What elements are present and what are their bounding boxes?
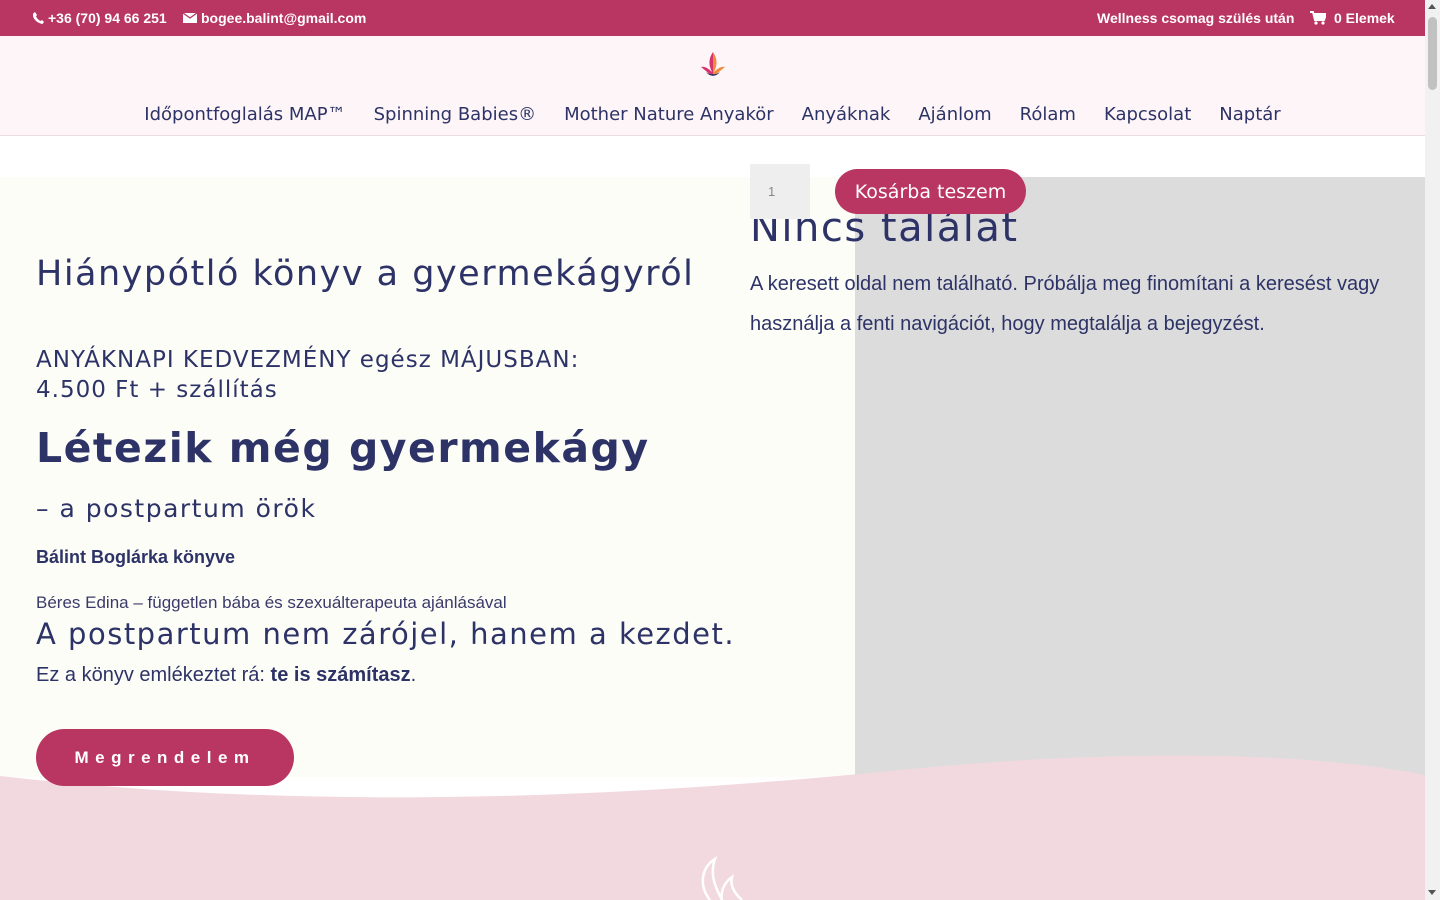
scroll-up-icon[interactable] [1428,4,1436,9]
add-to-cart-button[interactable]: Kosárba teszem [835,169,1026,214]
envelope-icon [183,13,197,23]
book-subtitle: – a postpartum örök [36,494,317,523]
reminder-prefix: Ez a könyv emlékeztet rá: [36,664,271,686]
discount-line-1: ANYÁKNAPI KEDVEZMÉNY egész MÁJUSBAN: [36,347,580,373]
discount-line-2: 4.500 Ft + szállítás [36,377,278,403]
nav-item-ajanlom[interactable]: Ajánlom [904,104,1005,125]
not-found-text: A keresett oldal nem található. Próbálja… [750,273,1380,335]
postpartum-quote: A postpartum nem zárójel, hanem a kezdet… [36,617,736,651]
logo-icon[interactable] [700,50,726,78]
nav-item-spinning-babies[interactable]: Spinning Babies® [360,104,550,125]
nav-item-naptar[interactable]: Naptár [1205,104,1294,125]
discount-text: ANYÁKNAPI KEDVEZMÉNY egész MÁJUSBAN: 4.5… [36,345,579,405]
phone-number: +36 (70) 94 66 251 [48,10,167,26]
book-headline: Hiánypótló könyv a gyermekágyról [36,254,695,294]
reminder-emphasis: te is számítasz [270,664,411,686]
cart-count: 0 Elemek [1334,10,1395,26]
nav-item-rolam[interactable]: Rólam [1006,104,1090,125]
scroll-down-icon[interactable] [1428,890,1436,895]
book-recommendation: Béres Edina – független bába és szexuált… [36,593,507,612]
nav-item-anyaknak[interactable]: Anyáknak [788,104,905,125]
scrollbar-thumb[interactable] [1428,17,1437,90]
email-contact[interactable]: bogee.balint@gmail.com [183,10,366,26]
flame-decoration-icon [701,856,743,900]
reminder-text: Ez a könyv emlékeztet rá: te is számítas… [36,664,416,687]
site-header: Időpontfoglalás MAP™ Spinning Babies® Mo… [0,36,1425,136]
email-address: bogee.balint@gmail.com [201,10,367,26]
main-nav: Időpontfoglalás MAP™ Spinning Babies® Mo… [0,104,1425,125]
book-author: Bálint Boglárka könyve [36,547,236,567]
nav-item-kapcsolat[interactable]: Kapcsolat [1090,104,1205,125]
cart-link[interactable]: 0 Elemek [1310,10,1395,26]
wellness-link[interactable]: Wellness csomag szülés után [1097,10,1294,26]
nav-item-idopontfoglalas[interactable]: Időpontfoglalás MAP™ [130,104,359,125]
phone-icon [33,12,44,24]
quantity-input[interactable] [750,164,810,219]
cart-icon [1310,11,1326,25]
book-title: Létezik még gyermekágy [36,424,650,472]
order-button[interactable]: Megrendelem [36,729,294,786]
top-bar: +36 (70) 94 66 251 bogee.balint@gmail.co… [0,0,1425,36]
nav-item-mother-nature[interactable]: Mother Nature Anyakör [550,104,788,125]
reminder-suffix: . [410,664,417,686]
page-scrollbar[interactable] [1425,0,1440,900]
phone-contact[interactable]: +36 (70) 94 66 251 [33,10,167,26]
